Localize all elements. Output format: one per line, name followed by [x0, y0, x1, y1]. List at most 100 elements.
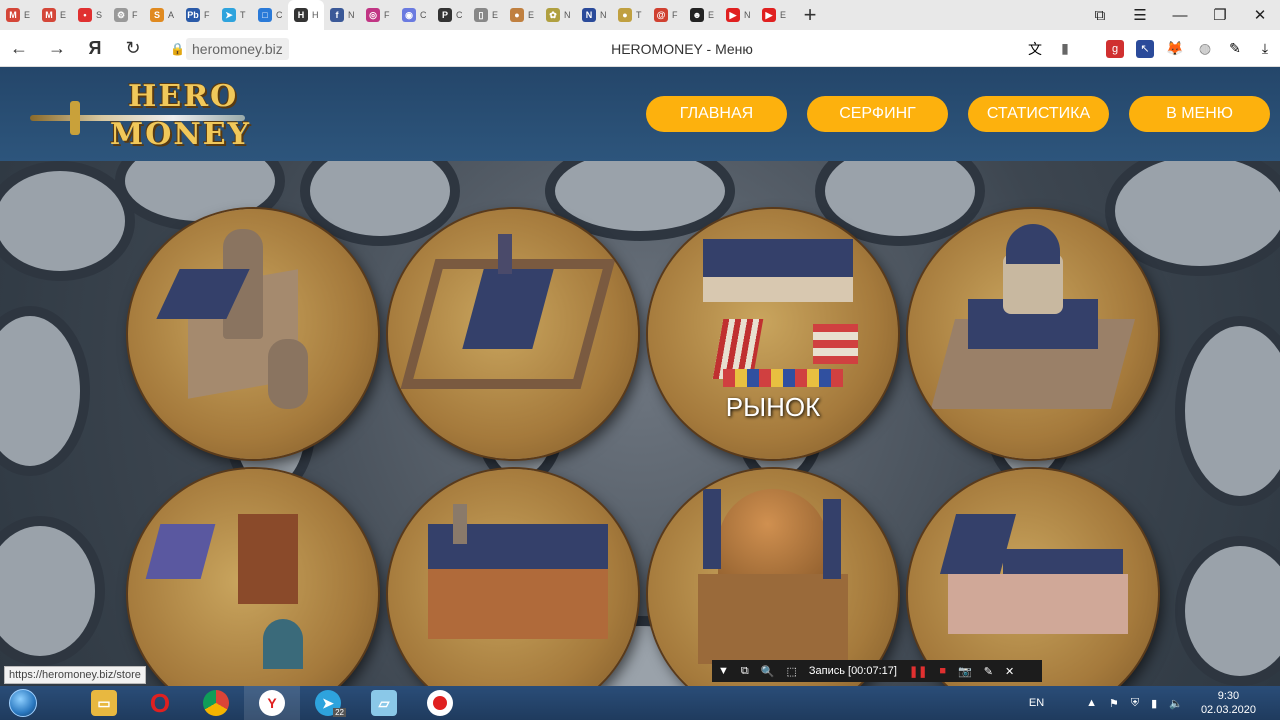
address-bar[interactable]: 🔒 heromoney.biz HEROMONEY - Меню [170, 36, 1070, 61]
recorder-app[interactable] [412, 686, 468, 720]
tab-label: E [708, 10, 714, 20]
facebook-icon: f [330, 8, 344, 22]
browser-tab[interactable]: NN [576, 0, 612, 30]
browser-tab[interactable]: Pb F [180, 0, 216, 30]
hero-icon: H [294, 8, 308, 22]
face-icon: ☻ [690, 8, 704, 22]
notes-app[interactable]: ▱ [356, 686, 412, 720]
tab-label: N [744, 10, 750, 20]
tab-label: N [600, 10, 606, 20]
menu-icon[interactable]: ☰ [1120, 0, 1160, 30]
telegram-app[interactable]: ➤ 22 [300, 686, 356, 720]
tab-label: E [492, 10, 498, 20]
start-button[interactable] [0, 686, 46, 720]
browser-tab[interactable]: ME [36, 0, 72, 30]
clock[interactable]: 9:30 02.03.2020 [1189, 689, 1268, 717]
signal-icon[interactable]: ▮ [1145, 697, 1163, 710]
bookmark-icon[interactable]: ▮ [1050, 40, 1080, 57]
discord-icon: ◉ [402, 8, 416, 22]
telegram-icon: ➤ [222, 8, 236, 22]
chat-icon[interactable]: ✎ [1220, 40, 1250, 57]
close-button[interactable]: ✕ [1240, 0, 1280, 30]
browser-tab[interactable]: PC [432, 0, 468, 30]
browser-tab[interactable]: fN [324, 0, 360, 30]
site-logo[interactable]: HERO MONEY [30, 79, 250, 153]
back-button[interactable]: ← [0, 30, 38, 67]
metamask-icon[interactable]: 🦊 [1160, 40, 1190, 57]
menu-home-button[interactable]: ГЛАВНАЯ [646, 96, 787, 132]
ext-cursor-icon[interactable]: ↖ [1130, 39, 1160, 58]
menu-statistics-button[interactable]: СТАТИСТИКА [968, 96, 1109, 132]
building-market[interactable]: РЫНОК [648, 209, 898, 459]
tab-label: E [60, 10, 66, 20]
zoom-icon[interactable]: 🔍 [755, 665, 781, 678]
new-tab-button[interactable]: + [792, 0, 828, 30]
yandex-browser-app[interactable]: Y [244, 686, 300, 720]
volume-icon[interactable]: 🔈 [1163, 697, 1189, 710]
pause-icon[interactable]: ❚❚ [903, 665, 933, 678]
forward-button[interactable]: → [38, 30, 76, 67]
explorer-app[interactable]: ▭ [76, 686, 132, 720]
browser-tab[interactable]: SA [144, 0, 180, 30]
browser-tab[interactable]: ◎ F [360, 0, 396, 30]
globe-icon[interactable]: ◍ [1190, 40, 1220, 57]
menu-surfing-button[interactable]: СЕРФИНГ [807, 96, 948, 132]
chat-icon: □ [258, 8, 272, 22]
recording-status: Запись [00:07:17] [808, 665, 897, 677]
building-fortress[interactable] [388, 209, 638, 459]
instagram-icon: ◎ [366, 8, 380, 22]
browser-tab[interactable]: ● E [504, 0, 540, 30]
reload-button[interactable]: ↻ [114, 30, 152, 67]
menu-main-menu-button[interactable]: В МЕНЮ [1129, 96, 1270, 132]
browser-tab[interactable]: ➤ T [216, 0, 252, 30]
browser-tab[interactable]: ME [0, 0, 36, 30]
yandex-icon[interactable]: Я [76, 30, 114, 67]
tray-expand-icon[interactable]: ▲ [1080, 697, 1103, 709]
language-indicator[interactable]: EN [1023, 697, 1050, 709]
region-icon[interactable]: ⬚ [780, 665, 802, 678]
youtube-icon: ▶ [726, 8, 740, 22]
browser-tab[interactable]: ☻ E [684, 0, 720, 30]
bookmark-manager-icon[interactable]: ⧉ [1080, 0, 1120, 30]
tab-label: E [528, 10, 534, 20]
browser-tab[interactable]: @ F [648, 0, 684, 30]
translate-icon[interactable]: 文 [1020, 39, 1050, 59]
dropdown-icon[interactable]: ▼ [712, 665, 735, 677]
download-icon[interactable]: ⤓ [1250, 40, 1280, 57]
building-castle[interactable] [128, 209, 378, 459]
browser-tab[interactable]: HH [288, 0, 324, 30]
flag-icon[interactable]: ⚑ [1103, 697, 1125, 710]
windows-icon [9, 689, 37, 717]
browser-tab[interactable]: ● T [612, 0, 648, 30]
opera-app[interactable]: O [132, 686, 188, 720]
chrome-app[interactable] [188, 686, 244, 720]
logo-line2: MONEY [110, 117, 252, 152]
building-capitol[interactable] [908, 209, 1158, 459]
status-bar-url: https://heromoney.biz/store [4, 666, 146, 684]
extension-icons: 文 ▮ g ↖ 🦊 ◍ ✎ ⤓ [1020, 30, 1280, 67]
tab-label: C [276, 10, 282, 20]
yandex-browser-icon: Y [259, 690, 285, 716]
browser-tab[interactable]: ▶ E [756, 0, 792, 30]
browser-tab[interactable]: □ C [252, 0, 288, 30]
minimize-button[interactable]: — [1160, 0, 1200, 30]
tab-label: N [348, 10, 354, 20]
window-icon[interactable]: ⧉ [735, 665, 755, 678]
close-icon[interactable]: ✕ [999, 665, 1020, 678]
pen-icon[interactable]: ✎ [978, 665, 999, 678]
browser-tab[interactable]: ◉ C [396, 0, 432, 30]
tab-label: E [780, 10, 786, 20]
telegram-badge: 22 [333, 708, 346, 717]
restore-button[interactable]: ❐ [1200, 0, 1240, 30]
shape-icon: S [150, 8, 164, 22]
browser-tab[interactable]: • S [72, 0, 108, 30]
security-icon[interactable]: ⛨ [1125, 697, 1145, 710]
browser-tab[interactable]: ✿ N [540, 0, 576, 30]
camera-icon[interactable]: 📷 [952, 665, 978, 678]
browser-tab[interactable]: ▯ E [468, 0, 504, 30]
stop-icon[interactable]: ■ [933, 665, 952, 677]
logo-line1: HERO [128, 79, 239, 114]
browser-tab[interactable]: ⚙ F [108, 0, 144, 30]
browser-tab[interactable]: ▶ N [720, 0, 756, 30]
ext-red-icon[interactable]: g [1100, 39, 1130, 58]
